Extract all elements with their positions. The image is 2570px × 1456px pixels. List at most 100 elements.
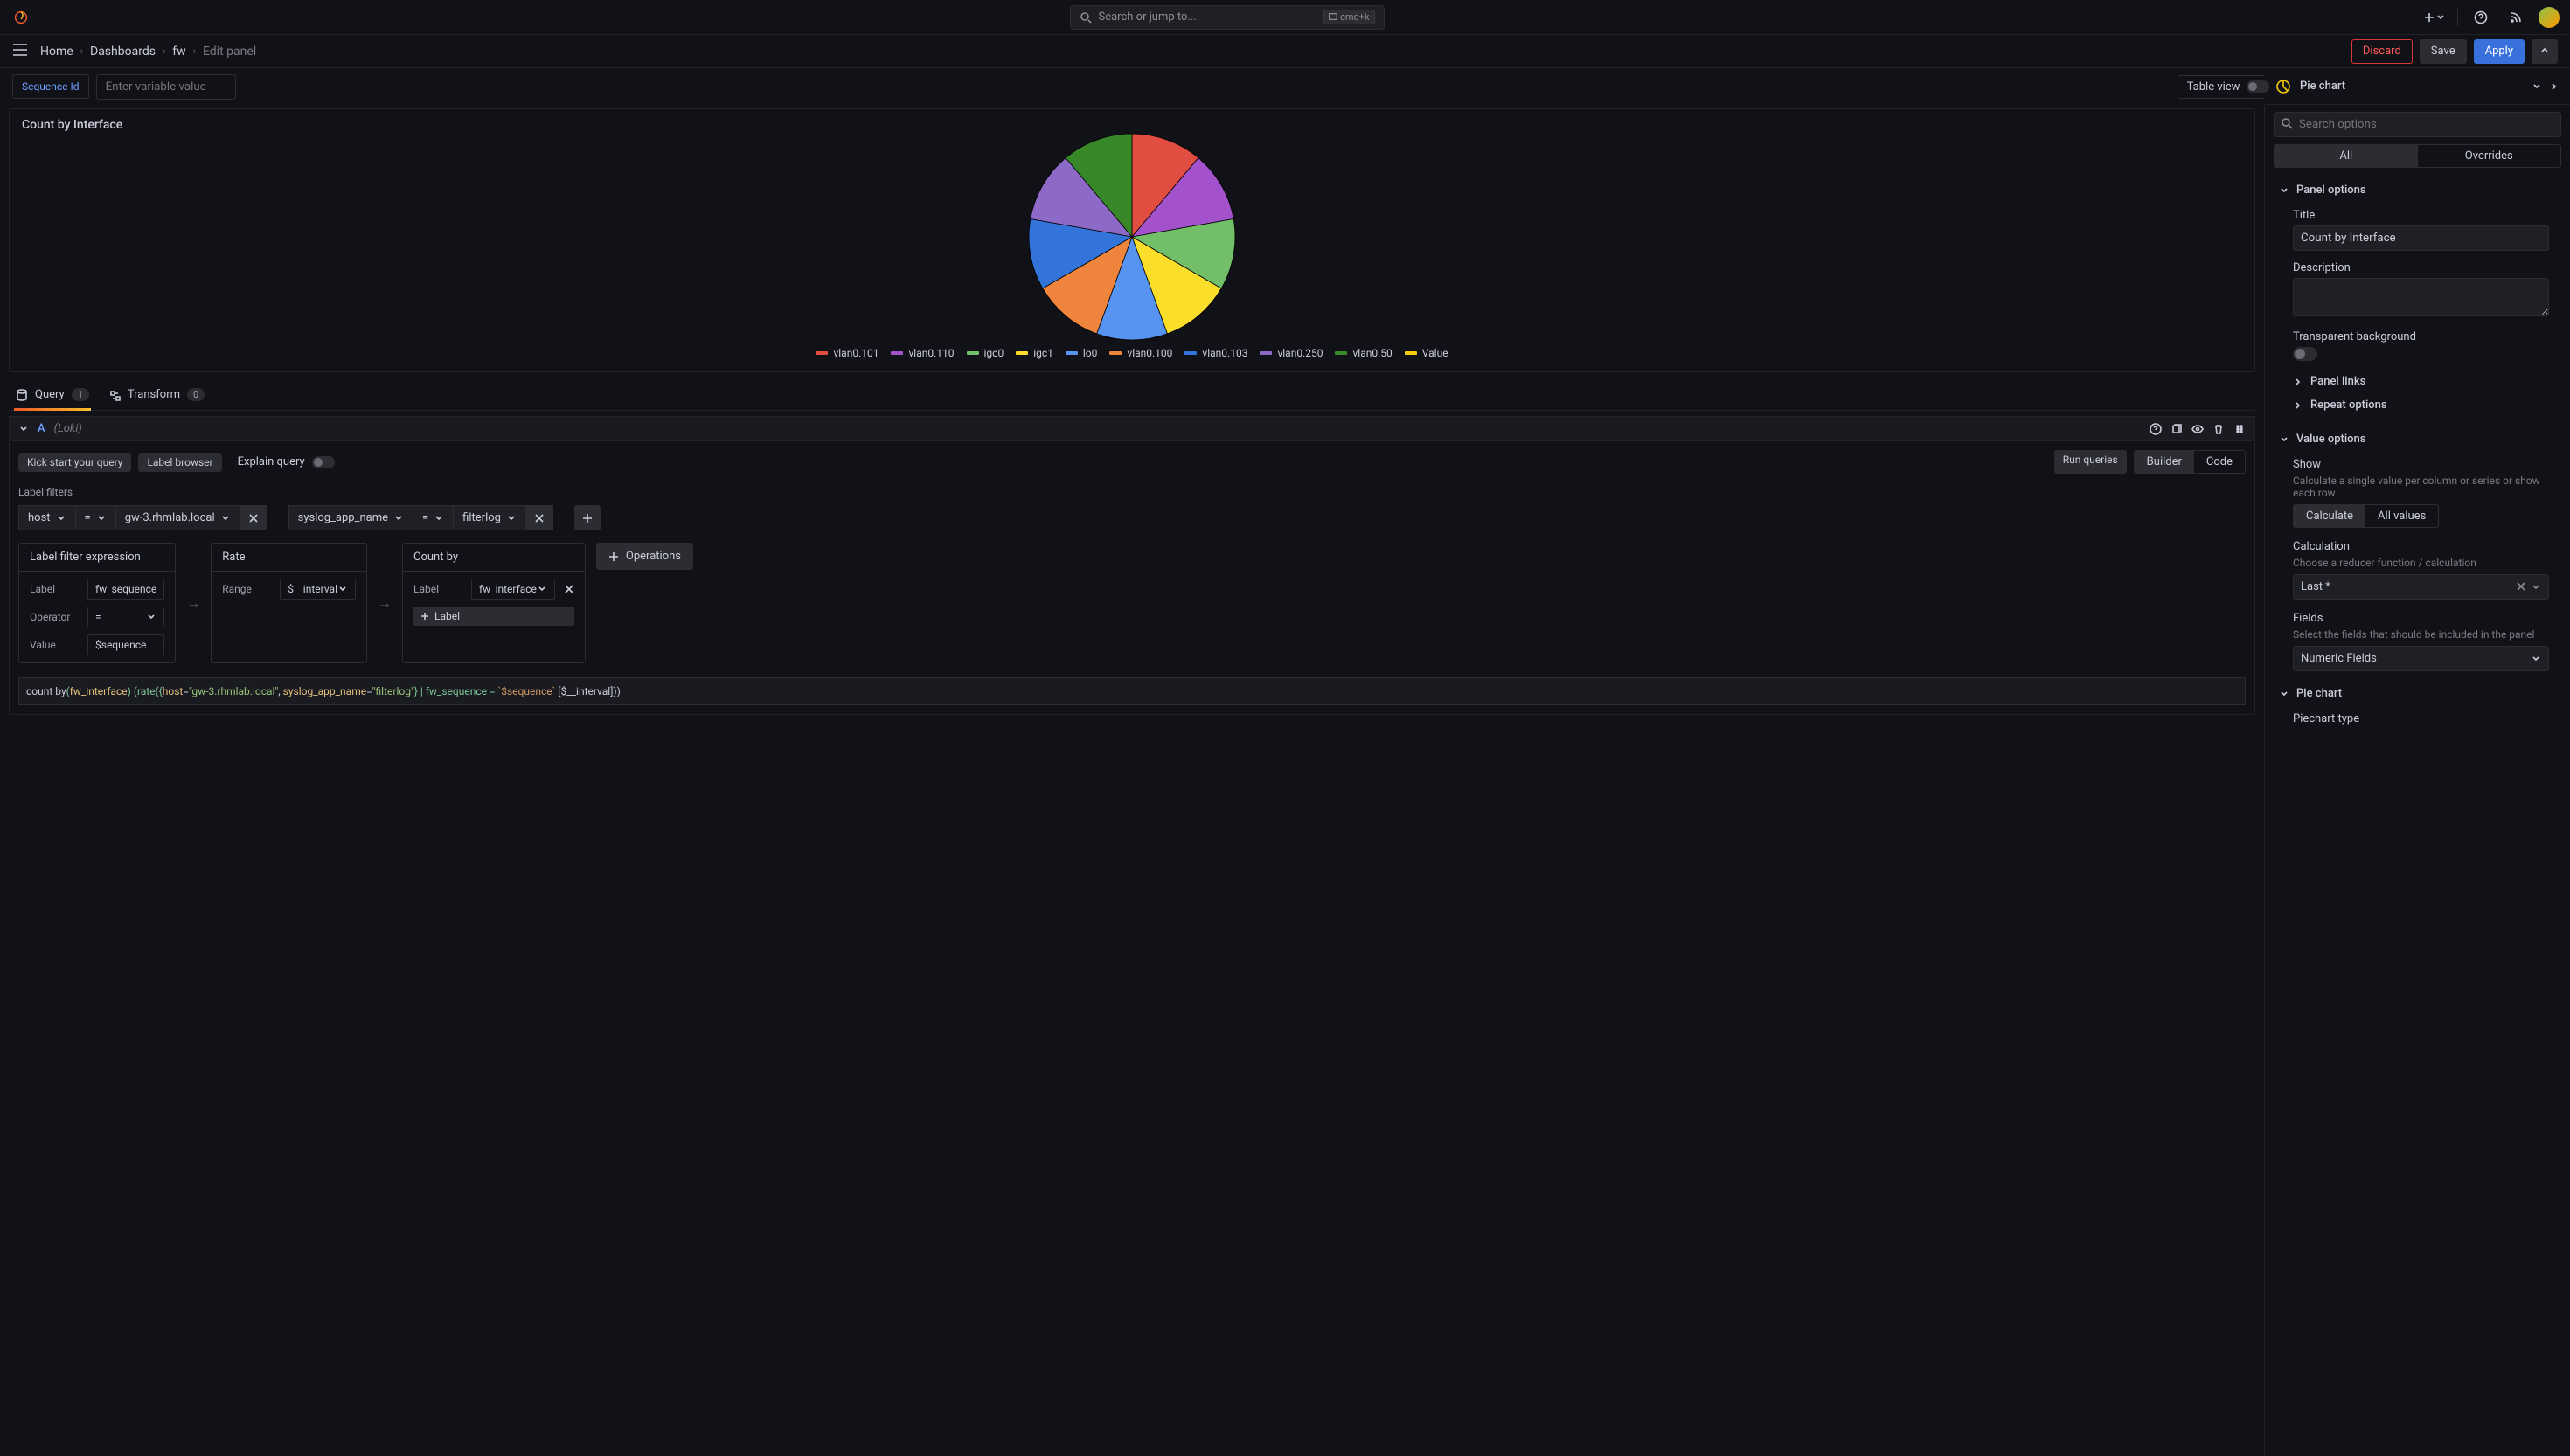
tab-overrides[interactable]: Overrides [2418, 145, 2561, 167]
chevron-down-icon [2279, 689, 2289, 699]
arrow-icon: → [378, 594, 392, 612]
trash-icon[interactable] [2212, 423, 2225, 435]
breadcrumb-home[interactable]: Home [40, 45, 73, 59]
filter-value[interactable]: filterlog [454, 505, 526, 530]
save-button[interactable]: Save [2420, 39, 2467, 64]
options-search-input[interactable] [2274, 112, 2561, 137]
variable-name[interactable]: Sequence Id [12, 74, 89, 99]
tab-all[interactable]: All [2275, 145, 2418, 167]
chevron-down-icon [146, 612, 156, 622]
chevron-down-icon[interactable] [2532, 81, 2542, 92]
legend-item[interactable]: vlan0.250 [1260, 347, 1323, 359]
title-input[interactable] [2293, 225, 2549, 251]
legend-item[interactable]: vlan0.103 [1184, 347, 1247, 359]
kickstart-button[interactable]: Kick start your query [18, 453, 131, 472]
variable-input[interactable] [96, 74, 236, 100]
close-icon[interactable] [564, 584, 574, 594]
rate-range-input[interactable]: $__interval [280, 579, 356, 600]
fields-select[interactable]: Numeric Fields [2293, 646, 2549, 671]
section-panel-options[interactable]: Panel options [2268, 177, 2567, 204]
tab-transform[interactable]: Transform 0 [107, 379, 206, 410]
global-search[interactable]: Search or jump to... cmd+k [1070, 5, 1385, 30]
description-input[interactable] [2293, 278, 2549, 316]
calculate-option[interactable]: Calculate [2294, 505, 2365, 527]
section-value-options[interactable]: Value options [2268, 426, 2567, 453]
help-icon [2474, 10, 2488, 24]
editor-mode-toggle: Builder Code [2134, 450, 2246, 474]
add-operation-button[interactable]: Operations [596, 543, 693, 570]
pie-chart-icon [2275, 79, 2291, 94]
breadcrumb-fw[interactable]: fw [172, 45, 185, 59]
filter-value[interactable]: gw-3.rhmlab.local [116, 505, 240, 530]
search-placeholder: Search or jump to... [1099, 10, 1197, 24]
viz-type-name[interactable]: Pie chart [2300, 80, 2345, 93]
legend-item[interactable]: vlan0.100 [1109, 347, 1172, 359]
query-row-header[interactable]: A (Loki) [9, 416, 2255, 441]
close-icon[interactable] [2517, 582, 2525, 591]
legend: vlan0.101 vlan0.110 igc0 igc1 lo0 vlan0.100 vl… [22, 342, 2242, 364]
add-label-pill[interactable]: Label [413, 607, 574, 626]
legend-item[interactable]: vlan0.101 [816, 347, 879, 359]
table-view-toggle[interactable]: Table view [2178, 75, 2280, 99]
filter-op[interactable]: = [76, 505, 116, 530]
chevron-right-icon [2293, 377, 2303, 387]
search-kbd-hint: cmd+k [1323, 10, 1374, 24]
code-mode[interactable]: Code [2194, 451, 2245, 473]
label-browser-button[interactable]: Label browser [138, 453, 221, 472]
legend-item[interactable]: igc1 [1016, 347, 1053, 359]
chevron-down-icon [2435, 12, 2446, 23]
filter-op[interactable]: = [413, 505, 454, 530]
eye-icon[interactable] [2191, 423, 2204, 435]
add-button[interactable] [2422, 5, 2447, 30]
keyboard-icon [1329, 13, 1337, 20]
collapse-sidebar-button[interactable] [2532, 39, 2558, 64]
countby-label-input[interactable]: fw_interface [471, 579, 555, 600]
grafana-logo[interactable] [10, 7, 31, 28]
transparent-toggle[interactable] [2293, 347, 2317, 361]
help-icon[interactable] [2150, 423, 2162, 435]
drag-handle-icon[interactable] [2233, 423, 2246, 435]
panel-links-toggle[interactable]: Panel links [2293, 370, 2549, 393]
tab-query[interactable]: Query 1 [14, 379, 91, 410]
explain-query-toggle[interactable] [312, 456, 335, 468]
label-filters-title: Label filters [18, 486, 2246, 498]
calculation-select[interactable]: Last * [2293, 574, 2549, 600]
legend-item[interactable]: igc0 [967, 347, 1004, 359]
help-button[interactable] [2469, 5, 2493, 30]
lfe-label-input[interactable]: fw_sequence [87, 579, 164, 600]
legend-item[interactable]: lo0 [1066, 347, 1098, 359]
chevron-up-icon [2539, 45, 2550, 55]
label-filter-2: syslog_app_name = filterlog [288, 505, 553, 530]
query-datasource: (Loki) [54, 422, 82, 435]
lfe-value-input[interactable]: $sequence [87, 634, 164, 655]
section-pie-chart[interactable]: Pie chart [2268, 680, 2567, 707]
repeat-options-toggle[interactable]: Repeat options [2293, 393, 2549, 417]
breadcrumb-dashboards[interactable]: Dashboards [90, 45, 156, 59]
add-filter-button[interactable] [574, 505, 601, 530]
close-icon [535, 514, 544, 523]
filter-key[interactable]: syslog_app_name [288, 505, 413, 530]
filter-remove[interactable] [526, 505, 553, 530]
run-queries-button[interactable]: Run queries [2054, 450, 2127, 474]
copy-icon[interactable] [2171, 423, 2183, 435]
options-tabs: All Overrides [2274, 144, 2561, 168]
apply-button[interactable]: Apply [2474, 39, 2525, 64]
filter-key[interactable]: host [18, 505, 76, 530]
legend-item[interactable]: vlan0.50 [1335, 347, 1392, 359]
builder-mode[interactable]: Builder [2135, 451, 2194, 473]
news-button[interactable] [2504, 5, 2528, 30]
menu-toggle[interactable] [12, 44, 28, 59]
filter-remove[interactable] [240, 505, 267, 530]
lfe-op-input[interactable]: = [87, 607, 164, 627]
op-count-by: Count by Label fw_interface Label [402, 543, 586, 663]
rss-icon [2509, 10, 2523, 24]
legend-item[interactable]: Value [1405, 347, 1448, 359]
avatar[interactable] [2539, 7, 2560, 28]
discard-button[interactable]: Discard [2351, 39, 2413, 64]
chevron-down-icon [506, 513, 517, 523]
legend-item[interactable]: vlan0.110 [891, 347, 954, 359]
all-values-option[interactable]: All values [2365, 505, 2438, 527]
label-filter-1: host = gw-3.rhmlab.local [18, 505, 267, 530]
chevron-right-icon[interactable] [2549, 81, 2560, 92]
plus-icon [2423, 11, 2435, 24]
